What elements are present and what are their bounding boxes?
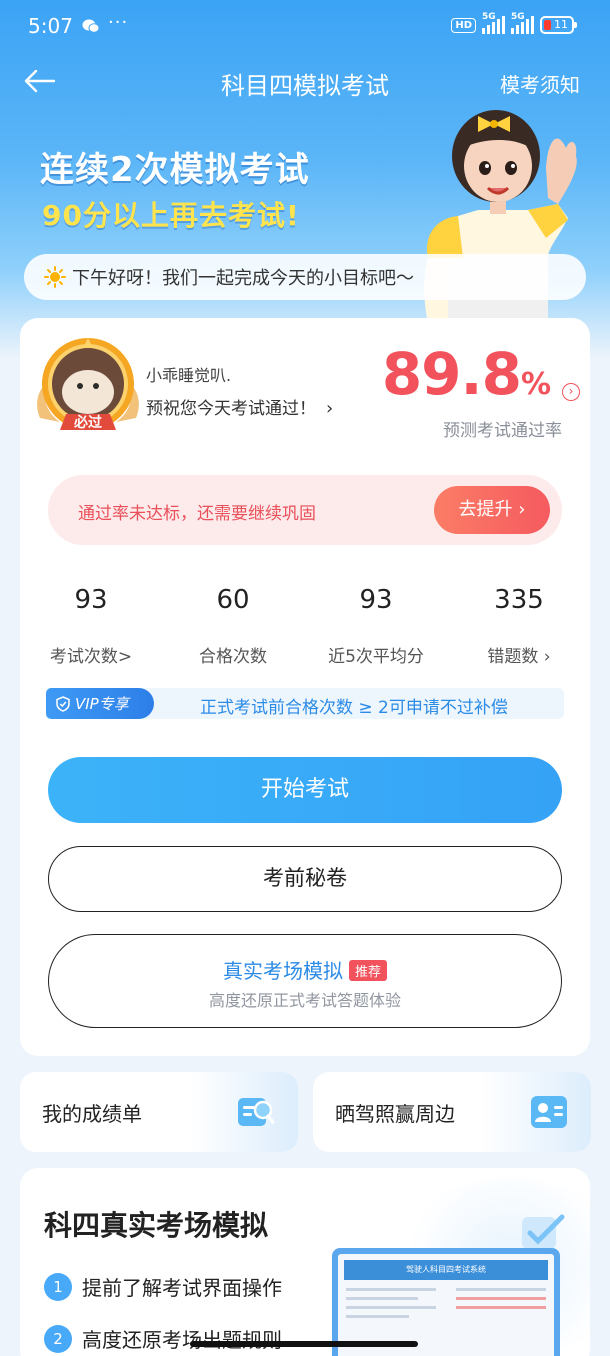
greeting-text: 下午好呀！我们一起完成今天的小目标吧～ [72,268,414,289]
greeting-bar: 下午好呀！我们一起完成今天的小目标吧～ [24,254,586,300]
stats-row: 93 考试次数> 60 合格次数 93 近5次平均分 335 错题数 › [20,580,590,680]
stat-label: 错题数 › [487,647,551,667]
stat-value: 60 [216,585,250,615]
score-search-icon [238,1098,275,1126]
battery-level: 11 [554,18,568,31]
id-card-icon [531,1096,567,1128]
feature-item-1: 1 提前了解考试界面操作 [44,1272,282,1301]
real-exam-simulation-button[interactable]: 真实考场模拟 推荐 高度还原正式考试答题体验 [48,934,562,1028]
number-badge: 1 [44,1272,72,1301]
stat-value: 93 [74,585,108,615]
status-indicators: HD 5G 5G 11 [451,12,577,34]
hd-badge: HD [451,17,476,33]
avatar-badge-text: 必过 [73,414,102,431]
status-more-dots: ··· [108,12,129,33]
real-exam-title-text: 真实考场模拟 [222,959,343,983]
pass-rate-warning: 通过率未达标，还需要继续巩固 去提升 › [48,475,562,545]
status-time: 5:07 [28,14,73,38]
feature-text: 高度还原考场出题规则 [82,1328,282,1352]
feature-text: 提前了解考试界面操作 [82,1276,282,1300]
pass-rate-label: 预测考试通过率 [443,421,562,441]
exam-screen-preview: 驾驶人科目四考试系统 [332,1248,560,1356]
secret-paper-button[interactable]: 考前秘卷 [48,846,562,912]
shield-check-icon [56,695,70,712]
avatar[interactable]: 必过 [32,334,144,446]
real-exam-subtitle: 高度还原正式考试答题体验 [208,991,401,1010]
warning-text: 通过率未达标，还需要继续巩固 [78,504,316,524]
improve-button[interactable]: 去提升 › [434,486,550,534]
stat-average-score: 93 近5次平均分 [305,580,447,667]
real-exam-title: 真实考场模拟 推荐 [49,955,561,984]
vip-text: 正式考试前合格次数 ≥ 2可申请不过补偿 [200,698,508,718]
exam-summary-card: 必过 小乖睡觉叭. 预祝您今天考试通过！ › 89.8% › 预测考试通过率 通过… [20,318,590,1056]
chevron-right-icon: › [326,398,334,419]
nav-bar: 科目四模拟考试 模考须知 [0,56,610,108]
wechat-icon [82,19,100,33]
stat-pass-count: 60 合格次数 [162,580,304,667]
stat-label: 考试次数> [49,647,133,667]
stat-label: 近5次平均分 [328,647,424,667]
exam-notice-link[interactable]: 模考须知 [500,69,580,98]
sun-icon [44,266,66,288]
user-wish-text: 预祝您今天考试通过！ [146,399,316,419]
start-exam-button[interactable]: 开始考试 [48,757,562,823]
vip-banner[interactable]: VIP专享 正式考试前合格次数 ≥ 2可申请不过补偿 [46,688,564,719]
pass-rate-value: 89.8% [381,340,551,408]
section-title: 科四真实考场模拟 [44,1209,269,1242]
banner-subheadline: 90分以上再去考试! [42,199,300,232]
stat-value: 335 [494,585,544,615]
banner-headline: 连续2次模拟考试 [40,150,310,190]
signal-icon: 5G [482,12,505,34]
status-bar: 5:07 ··· HD 5G 5G 11 [0,0,610,56]
network-label: 5G [482,12,496,22]
real-exam-intro-card[interactable]: 科四真实考场模拟 1 提前了解考试界面操作 2 高度还原考场出题规则 驾驶人科目… [20,1168,590,1356]
feature-item-2: 2 高度还原考场出题规则 [44,1324,282,1353]
share-license-label: 晒驾照赢周边 [335,1102,455,1126]
number-badge: 2 [44,1324,72,1353]
stat-value: 93 [359,585,393,615]
user-wish-link[interactable]: 预祝您今天考试通过！ › [146,394,333,419]
checkmark-icon [522,1214,565,1249]
recommend-tag: 推荐 [348,960,387,981]
stat-label: 合格次数 [199,647,267,667]
my-score-card[interactable]: 我的成绩单 [20,1072,298,1152]
my-score-label: 我的成绩单 [42,1102,142,1126]
vip-tag-label: VIP专享 [75,695,129,713]
screen-header: 驾驶人科目四考试系统 [344,1260,548,1280]
stat-exam-count[interactable]: 93 考试次数> [20,580,162,667]
stat-wrong-count[interactable]: 335 错题数 › [448,580,590,667]
share-license-card[interactable]: 晒驾照赢周边 [313,1072,591,1152]
user-name: 小乖睡觉叭. [146,366,232,385]
network-label-2: 5G [511,12,525,22]
home-indicator[interactable] [190,1341,418,1347]
signal-icon-2: 5G [511,12,534,34]
pass-rate-unit: % [520,367,551,402]
vip-tag: VIP专享 [46,688,154,719]
battery-icon: 11 [540,16,577,34]
pass-rate-number: 89.8 [381,340,522,408]
rate-detail-icon[interactable]: › [562,383,580,401]
